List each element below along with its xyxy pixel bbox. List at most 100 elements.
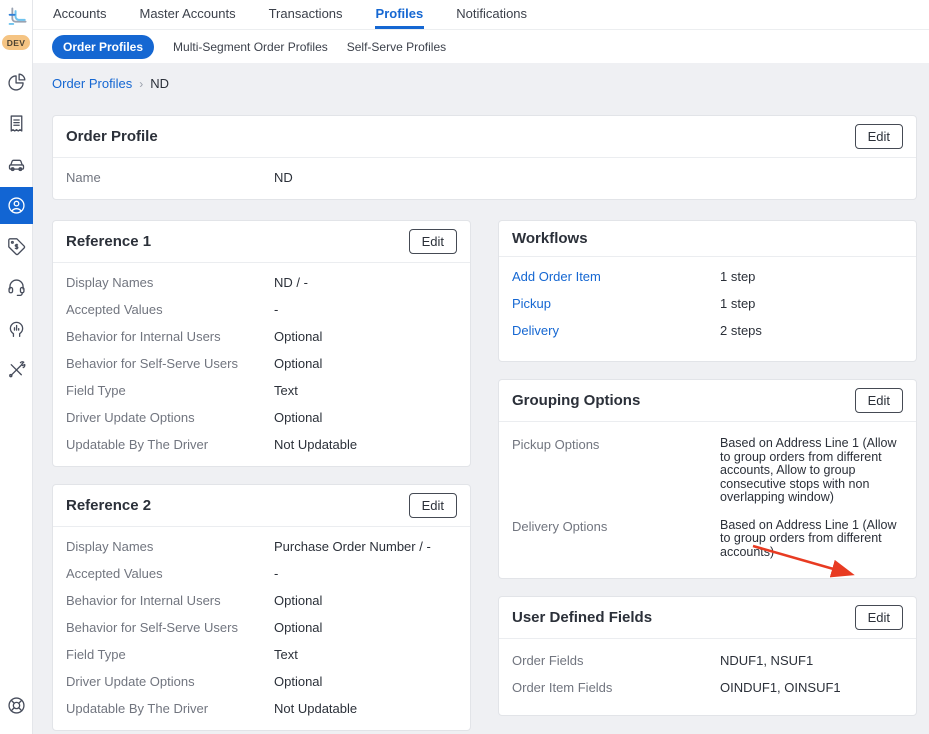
field-value: Optional	[274, 410, 323, 425]
grouping-options-edit-button[interactable]: Edit	[854, 388, 903, 413]
workflow-steps: 1 step	[720, 296, 756, 311]
page-content: Order Profiles › ND Order Profile Edit N…	[33, 63, 929, 731]
workflow-row: Delivery 2 steps	[499, 317, 916, 344]
env-badge: DEV	[1, 35, 31, 50]
tools-icon	[8, 361, 25, 378]
workflow-pickup-link[interactable]: Pickup	[512, 296, 720, 311]
sidebar-item-help[interactable]	[0, 685, 33, 726]
field-row: Driver Update Options Optional	[53, 668, 470, 695]
workflow-row: Add Order Item 1 step	[499, 263, 916, 290]
reference1-card: Reference 1 Edit Display Names ND / - Acc…	[52, 220, 471, 467]
headset-icon	[7, 279, 25, 297]
field-row: Behavior for Self-Serve Users Optional	[53, 350, 470, 377]
breadcrumb-separator: ›	[139, 76, 144, 91]
subtab-order-profiles[interactable]: Order Profiles	[52, 34, 155, 59]
field-label: Order Fields	[512, 653, 584, 668]
field-label: Accepted Values	[66, 566, 163, 581]
field-value: -	[274, 566, 279, 581]
field-row: Display Names Purchase Order Number / -	[53, 533, 470, 560]
profiles-subnav: Order Profiles Multi-Segment Order Profi…	[33, 30, 929, 63]
card-title: User Defined Fields	[512, 609, 653, 626]
pie-chart-icon	[7, 73, 25, 91]
field-label: Display Names	[66, 275, 154, 290]
insights-head-icon	[9, 321, 23, 338]
tab-transactions[interactable]: Transactions	[268, 0, 344, 29]
grouping-options-card: Grouping Options Edit Pickup Options Base…	[498, 379, 917, 579]
field-row: Delivery Options Based on Address Line 1 …	[499, 512, 916, 567]
field-label: Behavior for Self-Serve Users	[66, 356, 238, 371]
workflow-row: Pickup 1 step	[499, 290, 916, 317]
card-title: Grouping Options	[512, 392, 641, 409]
field-row: Accepted Values -	[53, 296, 470, 323]
field-label: Field Type	[66, 383, 126, 398]
field-row: Field Type Text	[53, 377, 470, 404]
tab-notifications[interactable]: Notifications	[455, 0, 528, 29]
price-tag-icon	[7, 238, 25, 256]
field-label: Updatable By The Driver	[66, 437, 209, 452]
sidebar-item-profiles[interactable]	[0, 187, 33, 224]
field-value: Text	[274, 647, 298, 662]
field-label: Display Names	[66, 539, 154, 554]
field-label: Accepted Values	[66, 302, 163, 317]
card-title: Reference 1	[66, 233, 152, 250]
field-value: Based on Address Line 1 (Allow to group …	[720, 436, 897, 504]
tab-profiles[interactable]: Profiles	[374, 0, 425, 29]
workflow-delivery-link[interactable]: Delivery	[512, 323, 720, 338]
workflows-card: Workflows Add Order Item 1 step Pickup 1 s…	[498, 220, 917, 362]
breadcrumb: Order Profiles › ND	[52, 76, 917, 91]
field-row: Order Item Fields OINDUF1, OINSUF1	[499, 674, 916, 701]
tab-accounts[interactable]: Accounts	[52, 0, 107, 29]
field-row: Accepted Values -	[53, 560, 470, 587]
sidebar-item-insights[interactable]	[0, 308, 33, 349]
breadcrumb-current: ND	[150, 76, 169, 91]
field-row: Updatable By The Driver Not Updatable	[53, 695, 470, 722]
tab-master-accounts[interactable]: Master Accounts	[138, 0, 236, 29]
field-label: Pickup Options	[512, 437, 600, 452]
field-label: Order Item Fields	[512, 680, 613, 695]
field-row: Name ND	[53, 164, 916, 191]
sidebar-item-support[interactable]	[0, 267, 33, 308]
field-row: Behavior for Internal Users Optional	[53, 587, 470, 614]
sidebar-item-orders[interactable]	[0, 103, 33, 144]
field-value: Not Updatable	[274, 701, 358, 716]
field-value: Optional	[274, 593, 323, 608]
receipt-icon	[10, 115, 22, 132]
order-profile-card: Order Profile Edit Name ND	[52, 115, 917, 200]
reference1-edit-button[interactable]: Edit	[408, 229, 457, 254]
field-row: Behavior for Self-Serve Users Optional	[53, 614, 470, 641]
sidebar-item-pricing[interactable]	[0, 226, 33, 267]
field-label: Delivery Options	[512, 518, 608, 534]
card-title: Reference 2	[66, 497, 152, 514]
field-value: Optional	[274, 356, 323, 371]
workflow-steps: 2 steps	[720, 323, 762, 338]
card-title: Order Profile	[66, 128, 158, 145]
user-defined-fields-edit-button[interactable]: Edit	[854, 605, 903, 630]
sidebar-item-admin-tools[interactable]	[0, 349, 33, 390]
field-value: Based on Address Line 1 (Allow to group …	[720, 517, 897, 559]
field-label: Behavior for Self-Serve Users	[66, 620, 238, 635]
order-profile-edit-button[interactable]: Edit	[854, 124, 903, 149]
help-lifebuoy-icon	[7, 697, 25, 714]
sidebar-item-dispatch[interactable]	[0, 144, 33, 185]
field-value: ND	[274, 170, 293, 185]
breadcrumb-order-profiles-link[interactable]: Order Profiles	[52, 76, 132, 91]
subtab-self-serve-profiles[interactable]: Self-Serve Profiles	[347, 40, 446, 54]
field-value: ND / -	[274, 275, 308, 290]
app-logo-icon[interactable]	[5, 7, 27, 29]
field-value: Purchase Order Number / -	[274, 539, 431, 554]
reference2-card: Reference 2 Edit Display Names Purchase O…	[52, 484, 471, 731]
field-value: Optional	[274, 620, 323, 635]
field-value: Not Updatable	[274, 437, 358, 452]
field-value: OINDUF1, OINSUF1	[720, 680, 841, 695]
main-area: Accounts Master Accounts Transactions Pr…	[33, 0, 929, 734]
field-value: Text	[274, 383, 298, 398]
field-row: Field Type Text	[53, 641, 470, 668]
field-value: NDUF1, NSUF1	[720, 653, 814, 668]
reference2-edit-button[interactable]: Edit	[408, 493, 457, 518]
field-value: Optional	[274, 674, 323, 689]
field-row: Behavior for Internal Users Optional	[53, 323, 470, 350]
sidebar-item-reports[interactable]	[0, 62, 33, 103]
subtab-multi-segment-order-profiles[interactable]: Multi-Segment Order Profiles	[173, 40, 328, 54]
workflow-add-order-item-link[interactable]: Add Order Item	[512, 269, 720, 284]
field-label: Driver Update Options	[66, 410, 195, 425]
